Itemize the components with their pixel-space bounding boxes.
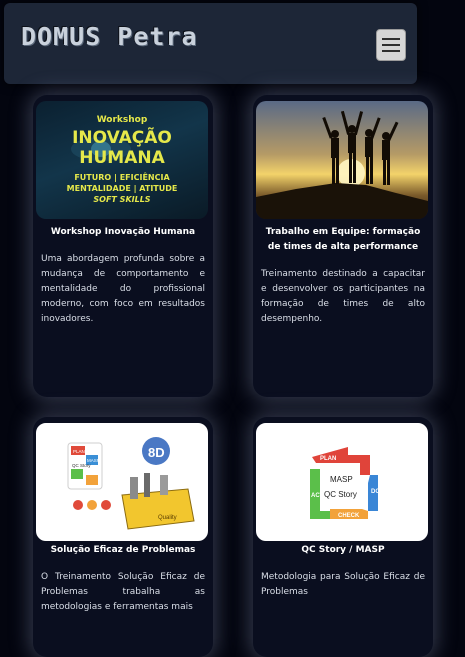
course-card-qc-story[interactable]: PLAN DO CHECK ACT MASP QC Story QC Story…	[253, 417, 433, 657]
badge-8d: 8D	[148, 445, 165, 460]
mini-plan: PLAN	[73, 449, 85, 454]
headline-1: INOVAÇÃO	[72, 128, 172, 148]
course-card-workshop[interactable]: Workshop INOVAÇÃO HUMANA FUTURO | EFICIÊ…	[33, 95, 213, 397]
mountain-silhouette-art	[256, 110, 428, 219]
headline-2: HUMANA	[79, 148, 165, 168]
top-navbar: DOMUS Petra	[4, 3, 417, 84]
hamburger-menu-button[interactable]	[376, 29, 406, 61]
problem-solving-art: 8D Quality PLAN MASP QC Story	[67, 437, 195, 530]
image-line-2: MENTALIDADE | ATITUDE	[66, 184, 178, 193]
label-plan: PLAN	[320, 456, 336, 462]
course-card-teamwork[interactable]: Trabalho em Equipe: formação de times de…	[253, 95, 433, 397]
course-image-problem-solving: 8D Quality PLAN MASP QC Story	[36, 423, 208, 541]
card-title[interactable]: Workshop Inovação Humana	[41, 225, 205, 240]
course-card-problem-solving[interactable]: 8D Quality PLAN MASP QC Story Solução Ef…	[33, 417, 213, 657]
card-description: Treinamento destinado a capacitar e dese…	[261, 269, 425, 324]
label-do: DO	[371, 489, 380, 495]
card-title[interactable]: Solução Eficaz de Problemas	[41, 543, 205, 558]
course-image-workshop: Workshop INOVAÇÃO HUMANA FUTURO | EFICIÊ…	[36, 101, 208, 219]
card-title[interactable]: QC Story / MASP	[261, 543, 425, 558]
card-description: O Treinamento Solução Eficaz de Problema…	[41, 572, 205, 612]
card-description: Metodologia para Solução Eficaz de Probl…	[261, 572, 425, 597]
center-qcstory: QC Story	[324, 490, 357, 499]
pdca-cycle-art: PLAN DO CHECK ACT MASP QC Story	[310, 447, 380, 519]
menu-line-icon	[382, 50, 400, 52]
course-image-qc-story: PLAN DO CHECK ACT MASP QC Story	[256, 423, 428, 541]
menu-line-icon	[382, 44, 400, 46]
menu-line-icon	[382, 38, 400, 40]
label-check: CHECK	[338, 513, 360, 519]
workshop-label: Workshop	[96, 115, 148, 125]
course-image-teamwork	[256, 101, 428, 219]
brand-logo[interactable]: DOMUS Petra	[21, 22, 198, 51]
center-masp: MASP	[330, 475, 353, 484]
mini-qcstory: QC Story	[72, 463, 91, 468]
tool-label: Quality	[158, 515, 177, 521]
card-description: Uma abordagem profunda sobre a mudança d…	[41, 254, 205, 324]
card-title[interactable]: Trabalho em Equipe: formação de times de…	[261, 225, 425, 255]
label-act: ACT	[311, 493, 324, 499]
image-line-3: SOFT SKILLS	[93, 195, 151, 204]
image-line-1: FUTURO | EFICIÊNCIA	[74, 173, 170, 182]
